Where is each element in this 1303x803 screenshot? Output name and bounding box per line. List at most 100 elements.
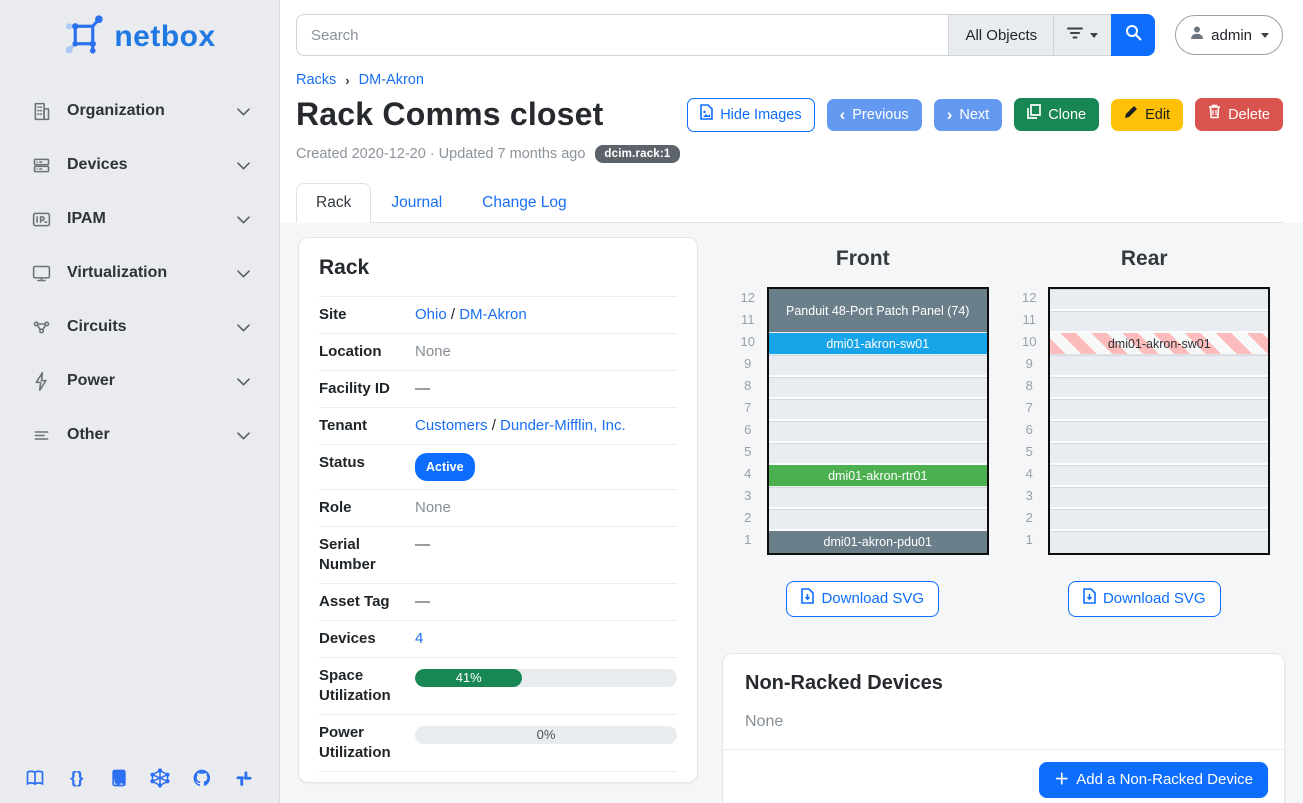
rack-device[interactable]: dmi01-akron-sw01 [1050,333,1268,355]
sidebar-item-other[interactable]: Other [0,408,279,462]
user-label: admin [1211,27,1252,44]
title-row: Rack Comms closet Hide Images ‹ Previous… [296,96,1283,133]
rack-device[interactable]: dmi01-akron-pdu01 [769,531,987,553]
graphql-icon[interactable] [149,767,171,789]
circuits-icon [30,316,52,338]
elevation-title: Rear [1121,247,1168,271]
search-input[interactable] [296,14,948,56]
virtualization-icon [30,262,52,284]
sidebar-item-devices[interactable]: Devices [0,138,279,192]
hide-images-label: Hide Images [720,105,801,125]
location-value: None [415,342,677,362]
search-submit-button[interactable] [1111,14,1155,56]
tenant-group-link[interactable]: Customers [415,417,488,434]
breadcrumb-racks[interactable]: Racks [296,72,336,88]
space-utilization-label: Space Utilization [319,666,415,706]
sidebar-item-power[interactable]: Power [0,354,279,408]
rack-device[interactable]: dmi01-akron-rtr01 [769,465,987,487]
plus-icon: ＋ [1054,770,1069,790]
non-racked-devices-card: Non-Racked Devices None ＋ Add a Non-Rack… [722,653,1285,803]
site-link-dm-akron[interactable]: DM-Akron [459,306,527,323]
unit-number: 10 [737,331,759,353]
sidebar-item-organization[interactable]: Organization [0,84,279,138]
rack-slot-empty[interactable] [1050,377,1268,399]
sidebar-item-circuits[interactable]: Circuits [0,300,279,354]
rack-slot-empty[interactable] [769,509,987,531]
add-non-racked-device-button[interactable]: ＋ Add a Non-Racked Device [1039,762,1268,798]
topbar: All Objects admin [296,14,1283,56]
file-download-icon [1083,588,1096,610]
tab-journal[interactable]: Journal [371,183,462,223]
detail-row-facility-id: Facility ID — [319,370,677,407]
rack-slot-empty[interactable] [769,355,987,377]
sidebar-item-ipam[interactable]: IPAM [0,192,279,246]
elevation-title: Front [836,247,890,271]
rack-slot-empty[interactable] [769,487,987,509]
rack-slot-empty[interactable] [1050,289,1268,311]
sidebar-item-virtualization[interactable]: Virtualization [0,246,279,300]
rack-slot-empty[interactable] [769,377,987,399]
devices-count-link[interactable]: 4 [415,630,423,647]
tenant-link[interactable]: Dunder-Mifflin, Inc. [500,417,626,434]
add-non-racked-device-label: Add a Non-Racked Device [1076,770,1253,790]
rack-slot-empty[interactable] [1050,443,1268,465]
detail-row-location: Location None [319,333,677,370]
tab-rack[interactable]: Rack [296,183,371,223]
role-value: None [415,498,677,518]
chevron-down-icon [234,372,253,391]
download-svg-button[interactable]: Download SVG [1068,581,1221,617]
serial-value: — [415,535,677,555]
unit-number: 8 [1018,375,1040,397]
separator: / [492,417,496,434]
rack-slot-empty[interactable] [1050,509,1268,531]
rack-box-front: Panduit 48-Port Patch Panel (74)dmi01-ak… [767,287,989,555]
user-menu[interactable]: admin [1175,15,1283,55]
edit-button[interactable]: Edit [1111,99,1183,131]
api-icon[interactable]: {} [66,767,88,789]
non-racked-title: Non-Racked Devices [745,672,1262,695]
search-scope-button[interactable]: All Objects [948,14,1053,56]
tab-change-log[interactable]: Change Log [462,183,586,223]
rack-wrap: 121110987654321Panduit 48-Port Patch Pan… [737,287,989,555]
github-icon[interactable] [191,767,213,789]
rack-slot-empty[interactable] [1050,465,1268,487]
previous-button[interactable]: ‹ Previous [827,99,922,131]
unit-numbers: 121110987654321 [1018,287,1040,555]
rack-slot-empty[interactable] [769,421,987,443]
chevron-right-icon: › [947,108,953,122]
space-utilization-fill: 41% [415,669,522,687]
rack-slot-empty[interactable] [1050,355,1268,377]
next-button[interactable]: › Next [934,99,1003,131]
search-filter-button[interactable] [1053,14,1111,56]
netbox-logo[interactable]: netbox [0,0,279,64]
unit-number: 9 [1018,353,1040,375]
delete-label: Delete [1228,105,1270,125]
unit-number: 4 [1018,463,1040,485]
sidebar-item-label: Circuits [67,318,127,336]
non-racked-footer: ＋ Add a Non-Racked Device [723,749,1284,803]
slack-icon[interactable] [233,767,255,789]
journal-icon[interactable] [108,767,130,789]
download-svg-button[interactable]: Download SVG [786,581,939,617]
unit-number: 11 [737,309,759,331]
rack-slot-empty[interactable] [1050,487,1268,509]
breadcrumb-dm-akron[interactable]: DM-Akron [359,72,424,88]
organization-icon [30,100,52,122]
delete-button[interactable]: Delete [1195,98,1283,131]
rack-slot-empty[interactable] [1050,399,1268,421]
unit-number: 5 [737,441,759,463]
rack-slot-empty[interactable] [769,443,987,465]
rack-slot-empty[interactable] [769,399,987,421]
rack-slot-empty[interactable] [1050,311,1268,333]
site-link-ohio[interactable]: Ohio [415,306,447,323]
tenant-label: Tenant [319,416,415,436]
rack-device[interactable]: dmi01-akron-sw01 [769,333,987,355]
hide-images-button[interactable]: Hide Images [687,98,814,132]
rack-slot-empty[interactable] [1050,421,1268,443]
rack-device[interactable]: Panduit 48-Port Patch Panel (74) [769,289,987,333]
facility-id-label: Facility ID [319,379,415,399]
sidebar-item-label: IPAM [67,210,106,228]
clone-button[interactable]: Clone [1014,98,1099,131]
docs-icon[interactable] [24,767,46,789]
rack-slot-empty[interactable] [1050,531,1268,553]
